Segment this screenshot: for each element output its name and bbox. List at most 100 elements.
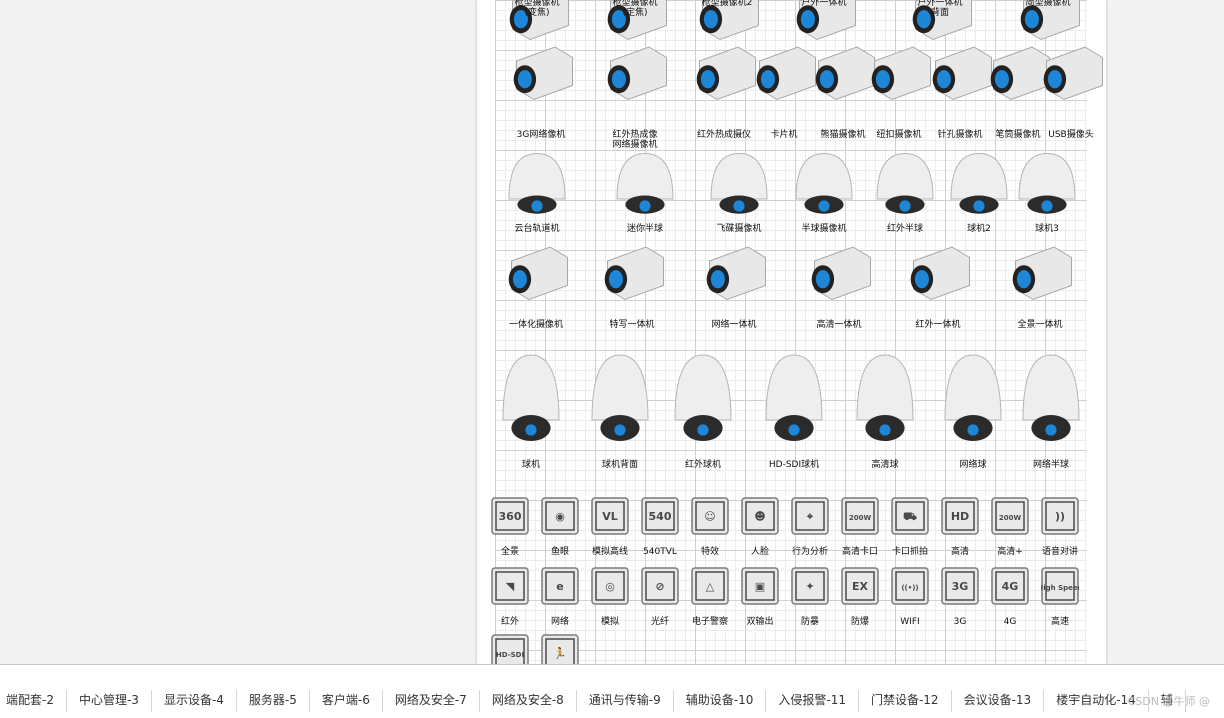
- stencil-label: 枪型摄像机2: [701, 0, 753, 8]
- bullet-camera-icon[interactable]: [600, 40, 670, 110]
- sheet-tab[interactable]: 会议设备-13: [952, 690, 1045, 712]
- stencil-label: 枪型摄像机 (定焦): [612, 0, 658, 18]
- fisheye-badge-icon[interactable]: ◉: [541, 497, 579, 535]
- svg-text:200W: 200W: [849, 514, 872, 522]
- svg-text:540: 540: [649, 510, 672, 523]
- hd-badge-icon[interactable]: HD: [941, 497, 979, 535]
- face-badge-icon[interactable]: ☻: [741, 497, 779, 535]
- box-camera-icon[interactable]: [501, 240, 571, 310]
- stencil-label: HD-SDI球机: [768, 460, 820, 470]
- network-badge-icon[interactable]: e: [541, 567, 579, 605]
- svg-text:△: △: [706, 580, 715, 593]
- wifi-badge-icon[interactable]: ((•)): [891, 567, 929, 605]
- box-camera-icon[interactable]: [699, 240, 769, 310]
- 540tvl-badge-icon[interactable]: 540: [641, 497, 679, 535]
- speed-dome-icon[interactable]: [668, 350, 738, 450]
- voice-badge-icon[interactable]: )): [1041, 497, 1079, 535]
- fiber-badge-icon[interactable]: ⊘: [641, 567, 679, 605]
- svg-text:e: e: [556, 580, 563, 593]
- face-badge-icon[interactable]: ☺: [691, 497, 729, 535]
- svg-text:◥: ◥: [506, 580, 515, 593]
- stencil-label: USB摄像头: [1048, 130, 1094, 140]
- 3g-badge-icon[interactable]: 3G: [941, 567, 979, 605]
- infrared-badge-icon[interactable]: ◥: [491, 567, 529, 605]
- box-camera-icon[interactable]: [1005, 240, 1075, 310]
- speed-dome-icon[interactable]: [585, 350, 655, 450]
- ufo-camera-icon[interactable]: [704, 150, 774, 220]
- hd-sdi-badge-icon[interactable]: HD-SDI: [491, 634, 529, 664]
- checkpoint-badge-icon[interactable]: 200W: [841, 497, 879, 535]
- speed-dome-icon[interactable]: [496, 350, 566, 450]
- svg-text:360: 360: [499, 510, 522, 523]
- stencil-label: 球机: [521, 460, 540, 470]
- stencil-label: 红外热成像 网络摄像机: [612, 130, 658, 150]
- svg-text:⊘: ⊘: [655, 580, 664, 593]
- box-camera-icon[interactable]: [903, 240, 973, 310]
- sheet-tab[interactable]: 网络及安全-8: [480, 690, 577, 712]
- explosion-badge-icon[interactable]: EX: [841, 567, 879, 605]
- speed-dome-icon[interactable]: [1016, 350, 1086, 450]
- sheet-tab[interactable]: 端配套-2: [0, 690, 67, 712]
- 4g-badge-icon[interactable]: 4G: [991, 567, 1029, 605]
- stencil-label: 红外一体机: [915, 320, 961, 330]
- stencil-label: 简型摄像机: [1025, 0, 1071, 8]
- sheet-tab[interactable]: 中心管理-3: [67, 690, 152, 712]
- stencil-label: 高速: [1050, 617, 1069, 627]
- svg-text:VL: VL: [602, 510, 618, 523]
- sheet-tab[interactable]: 网络及安全-7: [383, 690, 480, 712]
- box-camera-icon[interactable]: [804, 240, 874, 310]
- stencil-label: 网络球: [959, 460, 987, 470]
- stencil-label: 高清一体机: [816, 320, 862, 330]
- speed-dome-icon[interactable]: [759, 350, 829, 450]
- stencil-label: 户外一体机: [801, 0, 847, 8]
- ball-camera-icon[interactable]: [1012, 150, 1082, 220]
- dual-output-badge-icon[interactable]: ▣: [741, 567, 779, 605]
- stencil-label: 网络一体机: [711, 320, 757, 330]
- car-badge-icon[interactable]: ⛟: [891, 497, 929, 535]
- svg-text:EX: EX: [852, 580, 869, 593]
- analog-badge-icon[interactable]: ◎: [591, 567, 629, 605]
- svg-text:☺: ☺: [704, 510, 715, 523]
- sheet-tabs: 端配套-2 中心管理-3 显示设备-4 服务器-5 客户端-6 网络及安全-7 网络及安全-…: [0, 690, 1186, 712]
- police-badge-icon[interactable]: △: [691, 567, 729, 605]
- rail-icon[interactable]: [502, 150, 572, 220]
- svg-text:☻: ☻: [754, 510, 765, 523]
- analog-badge-icon[interactable]: VL: [591, 497, 629, 535]
- behavior-badge-icon[interactable]: ⌖: [791, 497, 829, 535]
- sheet-tab[interactable]: 客户端-6: [310, 690, 383, 712]
- dome-camera-icon[interactable]: [789, 150, 859, 220]
- svg-text:◎: ◎: [605, 580, 615, 593]
- sheet-tab[interactable]: 服务器-5: [237, 690, 310, 712]
- speed-dome-icon[interactable]: [938, 350, 1008, 450]
- svg-text:200W: 200W: [999, 514, 1022, 522]
- sheet-tab[interactable]: 通讯与传输-9: [577, 690, 674, 712]
- stencil-label: 半球摄像机: [801, 224, 847, 234]
- riot-badge-icon[interactable]: ✦: [791, 567, 829, 605]
- stencil-label: 球机背面: [601, 460, 638, 470]
- svg-text:▣: ▣: [755, 580, 765, 593]
- sheet-tab[interactable]: 门禁设备-12: [859, 690, 952, 712]
- high-speed-badge-icon[interactable]: High Speed: [1041, 567, 1079, 605]
- stencil-label: 特写一体机: [609, 320, 655, 330]
- sheet-tab[interactable]: 辅助设备-10: [674, 690, 767, 712]
- ir-dome-icon[interactable]: [870, 150, 940, 220]
- drawing-canvas: 枪型摄像机 (变焦) 枪型摄像机 (定焦) 枪型摄像机2 户外一体机 户外一体机 背面 简…: [0, 0, 1224, 664]
- drawing-page: 枪型摄像机 (变焦) 枪型摄像机 (定焦) 枪型摄像机2 户外一体机 户外一体机 背面 简…: [477, 0, 1106, 664]
- running-man-badge-icon[interactable]: 🏃: [541, 634, 579, 664]
- ball-camera-icon[interactable]: [944, 150, 1014, 220]
- svg-text:✦: ✦: [805, 580, 814, 593]
- bullet-camera-icon[interactable]: [506, 40, 576, 110]
- 360-badge-icon[interactable]: 360: [491, 497, 529, 535]
- box-camera-icon[interactable]: [597, 240, 667, 310]
- svg-text:⌖: ⌖: [806, 510, 814, 523]
- hd-plus-badge-icon[interactable]: 200W: [991, 497, 1029, 535]
- speed-dome-icon[interactable]: [850, 350, 920, 450]
- button-camera-icon[interactable]: [864, 40, 934, 110]
- svg-text:((•)): ((•)): [901, 584, 918, 592]
- svg-text:4G: 4G: [1002, 580, 1019, 593]
- sheet-tab[interactable]: 显示设备-4: [152, 690, 237, 712]
- stencil-label: 语音对讲: [1041, 547, 1078, 557]
- sheet-tab[interactable]: 入侵报警-11: [766, 690, 859, 712]
- usb-camera-icon[interactable]: [1036, 40, 1106, 110]
- mini-dome-icon[interactable]: [610, 150, 680, 220]
